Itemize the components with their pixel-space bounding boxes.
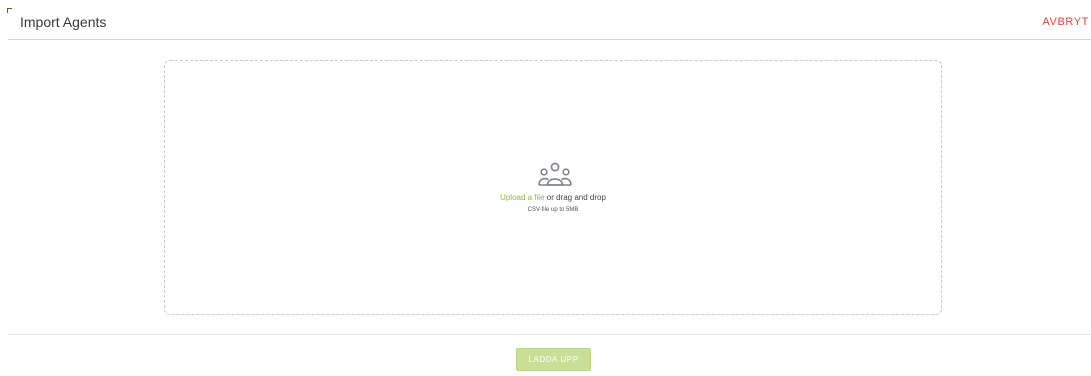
- page-title: Import Agents: [20, 14, 107, 30]
- cancel-button[interactable]: AVBRYT: [1042, 16, 1089, 28]
- import-agents-dialog: Import Agents AVBRYT Upload a file or dr…: [0, 0, 1091, 376]
- file-dropzone[interactable]: Upload a file or drag and drop CSV-file …: [164, 60, 942, 315]
- upload-instructions: Upload a file or drag and drop: [165, 193, 941, 202]
- dialog-header: Import Agents AVBRYT: [8, 0, 1091, 40]
- file-size-hint: CSV-file up to 5MB: [527, 207, 579, 213]
- upload-file-link[interactable]: Upload a file: [500, 193, 544, 202]
- upload-button[interactable]: LADDA UPP: [516, 348, 591, 371]
- users-icon: [538, 162, 572, 186]
- footer-divider: [8, 334, 1091, 335]
- drag-and-drop-text: or drag and drop: [544, 193, 606, 202]
